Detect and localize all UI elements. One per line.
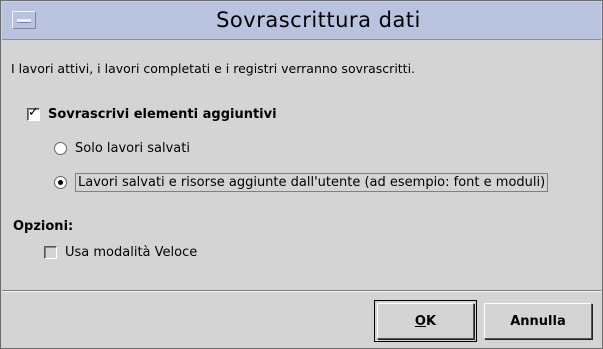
dialog-window: Sovrascrittura dati I lavori attivi, i l… [0,0,603,349]
window-menu-icon [17,19,31,23]
options-heading: Opzioni: [13,219,74,234]
fast-mode-label: Usa modalità Veloce [65,245,198,260]
ok-mnemonic: O [414,313,426,329]
overwrite-extra-checkbox[interactable]: ✓ [27,105,40,121]
radio-label: Lavori salvati e risorse aggiunte dall'u… [75,173,549,192]
radio-label: Solo lavori salvati [75,141,190,156]
radio-selected-dot [58,180,63,185]
button-separator [2,290,601,292]
dialog-description: I lavori attivi, i lavori completati e i… [11,61,416,76]
radio-saved-jobs-only[interactable]: Solo lavori salvati [54,141,190,156]
overwrite-extra-checkbox-row[interactable]: ✓ Sovrascrivi elementi aggiuntivi [27,105,277,122]
title-bar[interactable]: Sovrascrittura dati [2,2,601,40]
window-menu-button[interactable] [12,11,36,29]
overwrite-extra-label: Sovrascrivi elementi aggiuntivi [48,107,277,122]
cancel-label: Annulla [510,313,566,329]
radio-button[interactable] [54,142,67,155]
ok-label-rest: K [425,313,437,329]
radio-button[interactable] [54,176,67,189]
ok-button[interactable]: OK [374,300,477,342]
fast-mode-checkbox[interactable] [44,246,57,259]
dialog-title: Sovrascrittura dati [216,8,421,32]
fast-mode-checkbox-row[interactable]: Usa modalità Veloce [44,245,197,260]
checkmark-icon: ✓ [28,105,39,120]
cancel-button[interactable]: Annulla [484,303,592,339]
radio-saved-jobs-and-resources[interactable]: Lavori salvati e risorse aggiunte dall'u… [54,173,549,192]
